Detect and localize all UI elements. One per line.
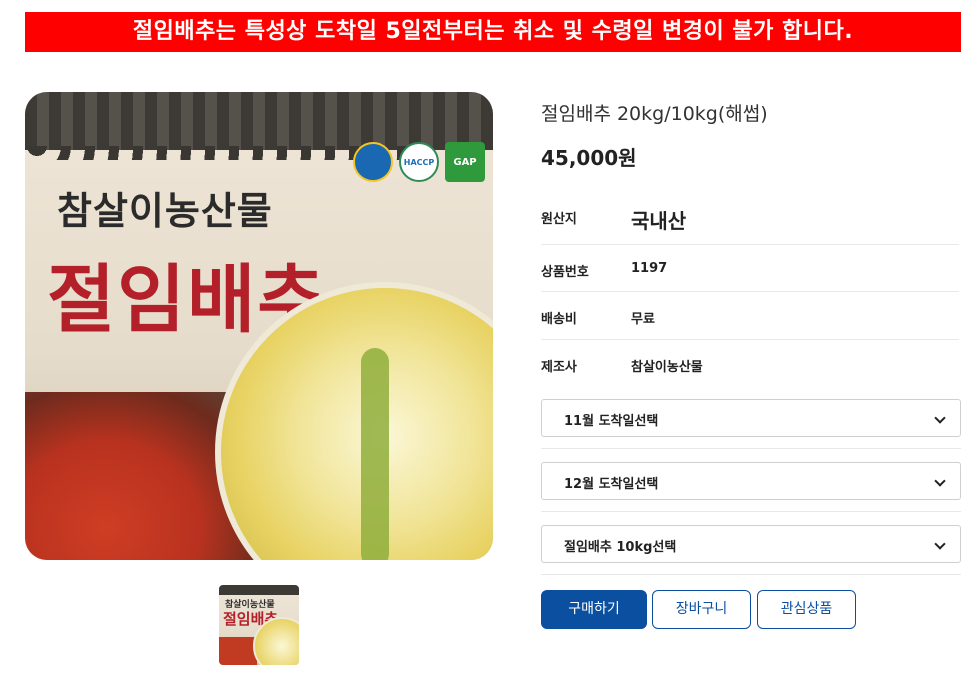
cart-button[interactable]: 장바구니 — [652, 590, 751, 629]
select-label: 12월 도착일선택 — [564, 477, 659, 492]
divider — [541, 574, 961, 575]
spec-value: 국내산 — [631, 209, 687, 233]
product-price: 45,000원 — [541, 146, 637, 170]
image-brand-text: 참살이농산물 — [57, 188, 273, 233]
product-thumbnail[interactable]: 참살이농산물 절임배추 — [219, 585, 299, 665]
chevron-down-icon — [934, 538, 946, 550]
farm-certification-icon — [353, 142, 393, 182]
thumb-hands — [219, 637, 257, 665]
spec-row-product-number: 상품번호 1197 — [541, 245, 959, 292]
select-november-arrival[interactable]: 11월 도착일선택 — [541, 399, 961, 437]
wishlist-button[interactable]: 관심상품 — [757, 590, 856, 629]
select-december-arrival[interactable]: 12월 도착일선택 — [541, 462, 961, 500]
spec-row-shipping: 배송비 무료 — [541, 292, 959, 340]
notice-banner: 절임배추는 특성상 도착일 5일전부터는 취소 및 수령일 변경이 불가 합니다… — [25, 12, 961, 52]
spec-value: 참살이농산물 — [631, 360, 703, 375]
chevron-down-icon — [934, 412, 946, 424]
product-name: 절임배추 20kg/10kg(해썹) — [541, 103, 768, 125]
spec-row-origin: 원산지 국내산 — [541, 197, 959, 245]
spec-value: 1197 — [631, 261, 668, 276]
divider — [541, 448, 961, 449]
gap-icon: GAP — [445, 142, 485, 182]
spec-label: 상품번호 — [541, 265, 589, 280]
spec-row-manufacturer: 제조사 참살이농산물 — [541, 340, 959, 388]
spec-label: 원산지 — [541, 212, 577, 227]
select-label: 11월 도착일선택 — [564, 414, 659, 429]
select-label: 절임배추 10kg선택 — [564, 540, 677, 555]
chevron-down-icon — [934, 475, 946, 487]
haccp-icon: HACCP — [399, 142, 439, 182]
thumb-roof — [219, 585, 299, 595]
spec-label: 배송비 — [541, 312, 577, 327]
spec-value: 무료 — [631, 312, 655, 327]
buy-button[interactable]: 구매하기 — [541, 590, 647, 629]
select-10kg-option[interactable]: 절임배추 10kg선택 — [541, 525, 961, 563]
divider — [541, 511, 961, 512]
certification-badges: HACCP GAP — [353, 142, 485, 182]
spec-label: 제조사 — [541, 360, 577, 375]
product-main-image: HACCP GAP 참살이농산물 절임배추 — [25, 92, 493, 560]
